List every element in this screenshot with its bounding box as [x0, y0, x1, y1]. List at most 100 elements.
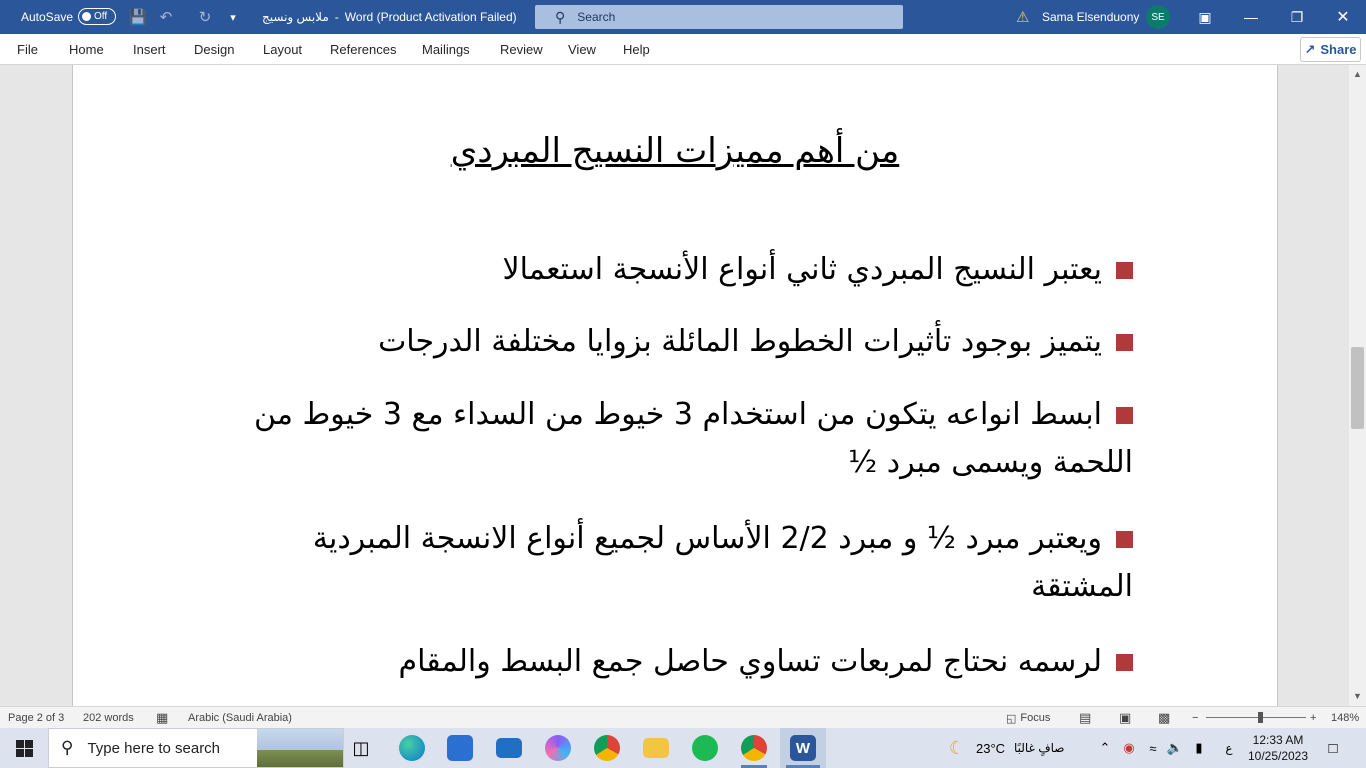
list-item[interactable]: يتميز بوجود تأثيرات الخطوط المائلة بزواي… [303, 318, 1133, 366]
mail-icon[interactable] [490, 728, 528, 768]
list-item-text: لرسمه نحتاج لمربعات تساوي حاصل جمع البسط… [398, 644, 1102, 679]
list-item-text: يتميز بوجود تأثيرات الخطوط المائلة بزواي… [378, 324, 1102, 359]
bullet-square-icon [1116, 654, 1133, 671]
status-bar: Page 2 of 3 202 words ▦ Arabic (Saudi Ar… [0, 706, 1366, 728]
tab-insert[interactable]: Insert [133, 34, 166, 65]
document-page[interactable]: من أهم مميزات النسيج المبردي يعتبر النسي… [72, 65, 1278, 706]
weather-temp[interactable]: 23°C [976, 728, 1005, 768]
file-explorer-icon[interactable] [637, 728, 675, 768]
battery-icon[interactable]: ▮ [1190, 728, 1208, 768]
clock-time: 12:33 AM [1252, 733, 1304, 747]
tab-layout[interactable]: Layout [263, 34, 302, 65]
taskbar: ⚲ Type here to search ◫ W ☾ 23°C صافٍ غا… [0, 728, 1366, 768]
page-indicator[interactable]: Page 2 of 3 [8, 707, 64, 729]
share-label: Share [1320, 42, 1357, 57]
notifications-icon[interactable]: □ [1320, 728, 1346, 768]
ribbon-display-options-icon[interactable]: ▣ [1182, 0, 1228, 34]
antivirus-icon[interactable]: ◉ [1120, 728, 1138, 768]
zoom-out-button[interactable]: − [1192, 707, 1198, 729]
tab-review[interactable]: Review [500, 34, 543, 65]
spotify-icon[interactable] [686, 728, 724, 768]
save-icon[interactable]: 💾 [127, 0, 149, 34]
close-icon[interactable]: ✕ [1320, 0, 1366, 34]
taskbar-search[interactable]: ⚲ Type here to search [48, 728, 344, 768]
task-view-icon[interactable]: ◫ [344, 728, 378, 768]
clock[interactable]: 12:33 AM 10/25/2023 [1243, 732, 1313, 764]
autosave-label: AutoSave [21, 10, 74, 24]
toggle-knob [82, 12, 91, 21]
store-icon[interactable] [441, 728, 479, 768]
list-item[interactable]: ويعتبر مبرد ½ و مبرد 2/2 الأساس لجميع أن… [203, 515, 1133, 611]
zoom-slider-thumb[interactable] [1258, 712, 1263, 723]
print-layout-icon[interactable]: ▣ [1119, 707, 1131, 729]
read-mode-icon[interactable]: ▤ [1079, 707, 1091, 729]
undo-icon[interactable]: ↶ [155, 0, 177, 34]
zoom-slider[interactable] [1206, 717, 1306, 718]
edge-icon[interactable] [393, 728, 431, 768]
title-bar: AutoSave Off 💾 ↶ ↻ ▾ ملابس ونسيج - Word … [0, 0, 1366, 34]
share-icon: ↗ [1304, 41, 1316, 57]
tab-home[interactable]: Home [69, 34, 104, 65]
autosave-state: Off [94, 11, 108, 22]
list-item-text: ابسط انواعه يتكون من استخدام 3 خيوط من ا… [254, 397, 1133, 480]
volume-icon[interactable]: 🔈 [1166, 728, 1184, 768]
search-placeholder: Search [577, 10, 616, 24]
chrome-icon[interactable] [588, 728, 626, 768]
bullet-square-icon [1116, 407, 1133, 424]
web-layout-icon[interactable]: ▩ [1158, 707, 1170, 729]
title-separator: - [334, 10, 339, 24]
scrollbar-thumb[interactable] [1351, 347, 1364, 429]
document-name: ملابس ونسيج [262, 10, 329, 24]
clock-date: 10/25/2023 [1247, 749, 1309, 763]
input-language[interactable]: ع [1222, 728, 1236, 768]
customize-quick-access-icon[interactable]: ▾ [222, 0, 244, 34]
focus-button[interactable]: ◱ Focus [1006, 707, 1050, 729]
list-item[interactable]: لرسمه نحتاج لمربعات تساوي حاصل جمع البسط… [353, 638, 1133, 686]
redo-icon[interactable]: ↻ [194, 0, 216, 34]
language-indicator[interactable]: Arabic (Saudi Arabia) [188, 707, 292, 729]
weather-icon[interactable]: ☾ [944, 728, 970, 768]
minimize-icon[interactable]: — [1228, 0, 1274, 34]
restore-icon[interactable]: ❐ [1274, 0, 1320, 34]
app-title: Word (Product Activation Failed) [344, 10, 517, 24]
scroll-up-icon[interactable]: ▲ [1349, 69, 1366, 79]
avatar[interactable]: SE [1146, 5, 1170, 29]
search-box[interactable]: ⚲ Search [535, 5, 903, 29]
zoom-in-button[interactable]: + [1310, 707, 1316, 729]
document-canvas[interactable]: من أهم مميزات النسيج المبردي يعتبر النسي… [0, 65, 1349, 706]
copilot-icon[interactable] [539, 728, 577, 768]
tab-references[interactable]: References [330, 34, 396, 65]
weather-text[interactable]: صافٍ غالبًا [1014, 728, 1064, 768]
warning-icon[interactable]: ⚠ [1016, 0, 1029, 34]
windows-icon [15, 739, 33, 757]
tab-view[interactable]: View [568, 34, 596, 65]
chrome-profile-icon[interactable] [735, 728, 773, 768]
bullet-square-icon [1116, 334, 1133, 351]
wifi-icon[interactable]: ≈ [1144, 728, 1162, 768]
chevron-up-icon[interactable]: ⌃ [1096, 728, 1114, 768]
zoom-level[interactable]: 148% [1331, 707, 1359, 729]
tab-file[interactable]: File [17, 34, 38, 65]
bullet-square-icon [1116, 262, 1133, 279]
document-heading[interactable]: من أهم مميزات النسيج المبردي [419, 131, 931, 171]
user-name[interactable]: Sama Elsenduony [1042, 0, 1139, 34]
search-highlight-image [257, 729, 343, 767]
start-button[interactable] [0, 728, 48, 768]
scroll-down-icon[interactable]: ▼ [1349, 691, 1366, 701]
word-count[interactable]: 202 words [83, 707, 134, 729]
taskbar-search-placeholder: Type here to search [87, 739, 221, 757]
share-button[interactable]: ↗ Share [1300, 37, 1361, 62]
list-item-text: يعتبر النسيج المبردي ثاني أنواع الأنسجة … [502, 252, 1102, 287]
tab-design[interactable]: Design [194, 34, 234, 65]
tab-help[interactable]: Help [623, 34, 650, 65]
list-item[interactable]: ابسط انواعه يتكون من استخدام 3 خيوط من ا… [203, 391, 1133, 487]
proofing-icon[interactable]: ▦ [156, 707, 168, 729]
window-title: ملابس ونسيج - Word (Product Activation F… [262, 0, 517, 34]
search-icon: ⚲ [61, 738, 74, 757]
autosave-toggle[interactable]: Off [78, 8, 116, 25]
word-taskbar-icon[interactable]: W [780, 728, 826, 768]
vertical-scrollbar[interactable]: ▲ ▼ [1349, 65, 1366, 706]
focus-icon: ◱ [1006, 712, 1017, 725]
list-item[interactable]: يعتبر النسيج المبردي ثاني أنواع الأنسجة … [433, 246, 1133, 294]
tab-mailings[interactable]: Mailings [422, 34, 470, 65]
